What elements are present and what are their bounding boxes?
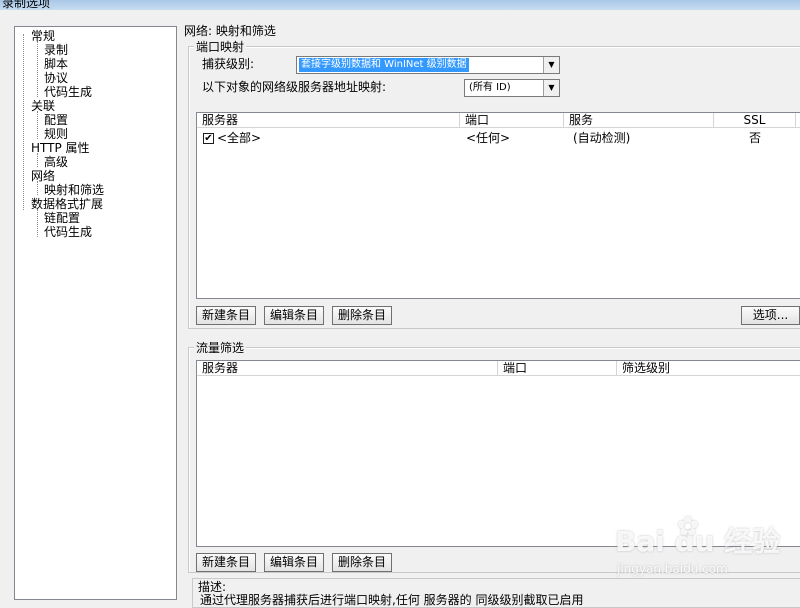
tree-item-recording[interactable]: 录制 (44, 43, 68, 57)
tree-item-codegen-ext[interactable]: 代码生成 (44, 225, 92, 239)
address-mapping-select[interactable]: (所有 ID) ▼ (464, 79, 560, 97)
chevron-down-icon[interactable]: ▼ (543, 80, 559, 96)
description-label: 描述: (196, 580, 229, 594)
port-mapping-edit-button[interactable]: 编辑条目 (264, 306, 324, 325)
traffic-filter-new-button[interactable]: 新建条目 (196, 553, 256, 572)
column-header-server[interactable]: 服务器 (197, 361, 498, 376)
capture-level-select[interactable]: 套接字级别数据和 WinINet 级别数据 ▼ (296, 56, 560, 74)
tree-item-protocol[interactable]: 协议 (44, 71, 68, 85)
cell-port: <任何> (466, 131, 511, 145)
window-title: 录制选项 (2, 0, 51, 10)
tree-connector (37, 111, 38, 139)
capture-level-label: 捕获级别: (202, 57, 255, 71)
list-header: 服务器 端口 筛选级别 (197, 361, 800, 376)
row-enabled-checkbox[interactable]: ✔ (203, 133, 214, 144)
tree-item-data-format-ext[interactable]: 数据格式扩展 (31, 197, 103, 211)
traffic-filter-list[interactable]: 服务器 端口 筛选级别 (196, 360, 800, 547)
tree-item-rules[interactable]: 规则 (44, 127, 68, 141)
options-button[interactable]: 选项... (741, 306, 800, 325)
column-header-ssl[interactable]: SSL (714, 113, 796, 128)
table-row[interactable]: ✔ <全部> <任何> (自动检测) 否 (197, 130, 800, 146)
column-header-filter-level[interactable]: 筛选级别 (617, 361, 800, 376)
traffic-filter-group-label: 流量筛选 (194, 341, 247, 355)
traffic-filter-edit-button[interactable]: 编辑条目 (264, 553, 324, 572)
tree-connector (37, 153, 38, 167)
tree-item-network[interactable]: 网络 (31, 169, 55, 183)
options-tree[interactable]: 常规 录制 脚本 协议 代码生成 关联 配置 规则 HTTP 属性 高级 网络 … (14, 26, 177, 600)
paw-logo-icon: ✿ (677, 512, 699, 542)
tree-item-http-properties[interactable]: HTTP 属性 (31, 141, 90, 155)
tree-connector (37, 209, 38, 237)
column-header-port[interactable]: 端口 (460, 113, 564, 128)
watermark-url: jingyan.baidu.com (617, 562, 728, 576)
tree-item-general[interactable]: 常规 (31, 29, 55, 43)
address-mapping-value: (所有 ID) (469, 82, 511, 93)
column-header-port[interactable]: 端口 (498, 361, 617, 376)
tree-item-advanced[interactable]: 高级 (44, 155, 68, 169)
tree-connector (37, 181, 38, 195)
port-mapping-delete-button[interactable]: 删除条目 (332, 306, 392, 325)
tree-item-mapping-filtering[interactable]: 映射和筛选 (44, 183, 104, 197)
tree-connector (23, 34, 24, 210)
column-header-server[interactable]: 服务器 (197, 113, 460, 128)
section-title: 网络: 映射和筛选 (184, 24, 276, 38)
capture-level-value: 套接字级别数据和 WinINet 级别数据 (299, 58, 469, 72)
tree-item-chain-config[interactable]: 链配置 (44, 211, 80, 225)
port-mapping-list[interactable]: 服务器 端口 服务 SSL ✔ <全部> <任何> (自动检测) 否 (196, 112, 800, 299)
baidu-watermark: ✿ Bai du 经验 jingyan.baidu.com (615, 512, 790, 580)
traffic-filter-delete-button[interactable]: 删除条目 (332, 553, 392, 572)
port-mapping-new-button[interactable]: 新建条目 (196, 306, 256, 325)
title-bar: 录制选项 (0, 0, 800, 10)
description-text: 通过代理服务器捕获后进行端口映射,任何 服务器的 同级级别截取已启用 (200, 593, 584, 607)
cell-service: (自动检测) (573, 131, 631, 145)
tree-item-script[interactable]: 脚本 (44, 57, 68, 71)
cell-server: <全部> (217, 131, 262, 145)
port-mapping-group-label: 端口映射 (194, 40, 247, 54)
chevron-down-icon[interactable]: ▼ (543, 57, 559, 73)
tree-item-correlation[interactable]: 关联 (31, 99, 55, 113)
tree-item-codegen[interactable]: 代码生成 (44, 85, 92, 99)
address-mapping-label: 以下对象的网络级服务器地址映射: (202, 80, 387, 94)
cell-ssl: 否 (749, 131, 762, 145)
list-header: 服务器 端口 服务 SSL (197, 113, 800, 128)
tree-connector (37, 41, 38, 97)
column-header-service[interactable]: 服务 (564, 113, 714, 128)
tree-item-configuration[interactable]: 配置 (44, 113, 68, 127)
